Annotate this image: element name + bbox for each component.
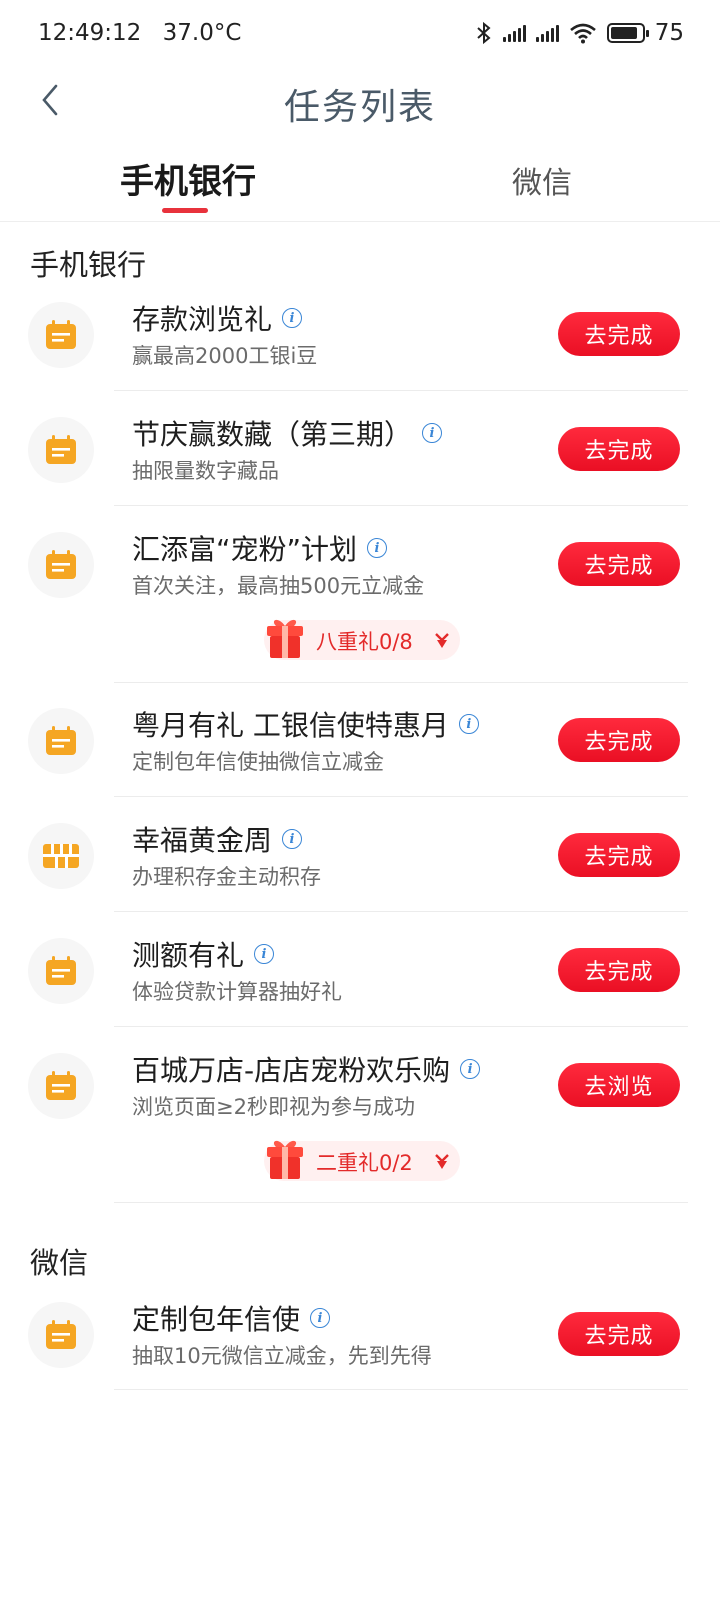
- wifi-icon: [569, 23, 596, 44]
- calendar-icon: [46, 435, 76, 464]
- task-icon: [28, 532, 94, 598]
- info-icon[interactable]: i: [254, 944, 275, 964]
- task-icon: [28, 302, 94, 368]
- task-icon: [28, 823, 94, 889]
- page-title: 任务列表: [283, 87, 436, 128]
- complete-button[interactable]: 去完成: [558, 718, 680, 762]
- gift-icon: [267, 619, 303, 658]
- nav-bar: 任务列表: [0, 66, 720, 134]
- info-icon[interactable]: i: [310, 1308, 331, 1328]
- calendar-icon: [46, 956, 76, 985]
- calendar-icon: [46, 1320, 76, 1349]
- gift-progress-label: 二重礼0/2: [316, 1151, 413, 1175]
- calendar-icon: [46, 726, 76, 755]
- info-icon[interactable]: i: [460, 1059, 481, 1079]
- divider: [114, 390, 688, 391]
- task-subtitle: 体验贷款计算器抽好礼: [132, 980, 342, 1004]
- browse-button[interactable]: 去浏览: [558, 1063, 680, 1107]
- task-subtitle: 浏览页面≥2秒即视为参与成功: [132, 1095, 415, 1119]
- complete-button[interactable]: 去完成: [558, 948, 680, 992]
- task-icon: [28, 417, 94, 483]
- divider: [114, 505, 688, 506]
- task-title: 汇添富“宠粉”计划: [132, 533, 358, 566]
- complete-button[interactable]: 去完成: [558, 542, 680, 586]
- status-right: 75: [475, 20, 684, 46]
- battery-icon: [606, 23, 649, 43]
- tab-bar: 手机银行 微信: [0, 140, 720, 222]
- signal-icon: [502, 24, 526, 42]
- task-subtitle: 定制包年信使抽微信立减金: [132, 750, 384, 774]
- complete-button[interactable]: 去完成: [558, 1312, 680, 1356]
- info-icon[interactable]: i: [458, 714, 479, 734]
- complete-button[interactable]: 去完成: [558, 312, 680, 356]
- task-subtitle: 办理积存金主动积存: [132, 865, 321, 889]
- divider: [114, 1026, 688, 1027]
- divider: [114, 682, 688, 683]
- task-subtitle: 首次关注，最高抽500元立减金: [132, 574, 425, 598]
- chevron-down-icon: [435, 633, 449, 648]
- task-title: 存款浏览礼: [132, 303, 273, 336]
- complete-button[interactable]: 去完成: [558, 427, 680, 471]
- calendar-icon: [46, 550, 76, 579]
- tab-mobile-banking[interactable]: 手机银行: [120, 154, 256, 203]
- task-subtitle: 抽限量数字藏品: [132, 459, 279, 483]
- divider: [114, 1389, 688, 1390]
- chevron-down-icon: [435, 1154, 449, 1169]
- info-icon[interactable]: i: [282, 308, 303, 328]
- task-title: 节庆赢数藏（第三期）: [132, 418, 413, 451]
- tab-indicator: [162, 208, 208, 213]
- task-subtitle: 赢最高2000工银i豆: [132, 344, 318, 368]
- task-subtitle: 抽取10元微信立减金，先到先得: [132, 1344, 432, 1368]
- complete-button[interactable]: 去完成: [558, 833, 680, 877]
- task-title: 定制包年信使: [132, 1303, 301, 1336]
- status-time: 12:49:12: [38, 20, 142, 46]
- status-left: 12:49:12 37.0°C: [38, 20, 255, 46]
- task-title: 测额有礼: [132, 939, 245, 972]
- bluetooth-icon: [477, 21, 491, 45]
- battery-level: 75: [654, 20, 684, 46]
- gift-icon: [267, 1140, 303, 1179]
- status-bar: 12:49:12 37.0°C 75: [0, 0, 720, 66]
- divider: [114, 911, 688, 912]
- tab-wechat[interactable]: 微信: [512, 158, 572, 202]
- gift-progress-pill[interactable]: 二重礼0/2: [264, 1140, 460, 1181]
- calendar-icon: [46, 1071, 76, 1100]
- status-temperature: 37.0°C: [162, 20, 242, 46]
- signal-icon-2: [535, 24, 559, 42]
- task-icon: [28, 938, 94, 1004]
- info-icon[interactable]: i: [282, 829, 303, 849]
- section-title-wechat: 微信: [30, 1246, 89, 1280]
- task-icon: [28, 708, 94, 774]
- task-icon: [28, 1053, 94, 1119]
- section-title-mobile-banking: 手机银行: [30, 248, 147, 282]
- info-icon[interactable]: i: [422, 423, 443, 443]
- gift-progress-label: 八重礼0/8: [316, 630, 413, 654]
- gold-bar-icon: [43, 844, 79, 868]
- divider: [114, 1202, 688, 1203]
- gift-progress-pill[interactable]: 八重礼0/8: [264, 619, 460, 660]
- divider: [114, 796, 688, 797]
- task-title: 幸福黄金周: [132, 824, 273, 857]
- info-icon[interactable]: i: [367, 538, 388, 558]
- calendar-icon: [46, 320, 76, 349]
- task-icon: [28, 1302, 94, 1368]
- task-title: 百城万店-店店宠粉欢乐购: [132, 1054, 451, 1087]
- task-title: 粤月有礼 工银信使特惠月: [132, 709, 449, 742]
